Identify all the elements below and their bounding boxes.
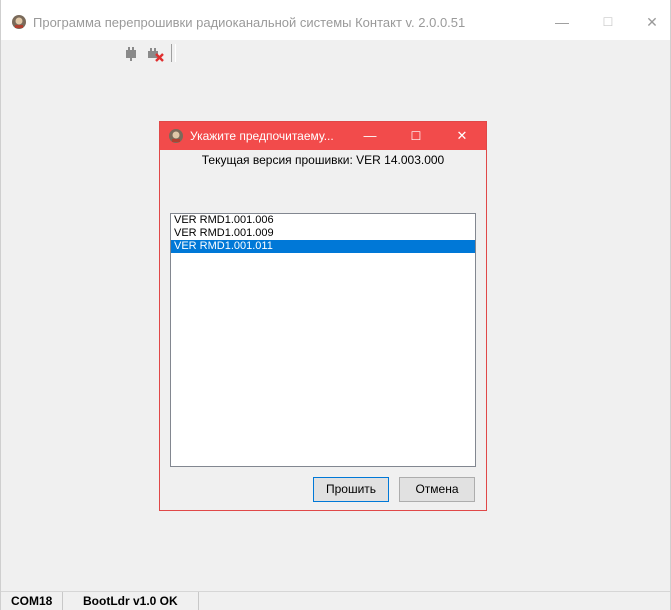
dialog-minimize-button[interactable]: — — [358, 124, 382, 148]
cancel-button[interactable]: Отмена — [399, 477, 475, 502]
dialog-close-button[interactable]: ✕ — [450, 124, 474, 148]
status-port: COM18 — [1, 592, 63, 610]
dialog-app-icon — [169, 129, 183, 143]
firmware-list[interactable]: VER RMD1.001.006 VER RMD1.001.009 VER RM… — [170, 213, 476, 467]
disconnect-icon[interactable] — [145, 43, 165, 63]
dialog-maximize-button[interactable]: ☐ — [404, 124, 428, 148]
current-firmware-version: Текущая версия прошивки: VER 14.003.000 — [201, 153, 445, 167]
dialog-title: Укажите предпочитаему... — [190, 129, 334, 143]
main-titlebar[interactable]: Программа перепрошивки радиоканальной си… — [1, 0, 670, 40]
close-button[interactable]: ✕ — [639, 10, 665, 34]
toolbar-separator — [171, 44, 176, 62]
firmware-dialog: Укажите предпочитаему... — ☐ ✕ Текущая в… — [159, 121, 487, 511]
list-item[interactable]: VER RMD1.001.009 — [171, 227, 475, 240]
window-title: Программа перепрошивки радиоканальной си… — [33, 15, 466, 30]
app-icon — [12, 15, 26, 29]
flash-button[interactable]: Прошить — [313, 477, 389, 502]
dialog-titlebar[interactable]: Укажите предпочитаему... — ☐ ✕ — [160, 122, 486, 150]
list-item[interactable]: VER RMD1.001.011 — [171, 240, 475, 253]
statusbar: COM18 BootLdr v1.0 OK — [1, 591, 670, 610]
maximize-button[interactable]: ☐ — [595, 10, 621, 34]
minimize-button[interactable]: — — [549, 10, 575, 34]
toolbar — [117, 40, 177, 66]
list-item[interactable]: VER RMD1.001.006 — [171, 214, 475, 227]
status-bootloader: BootLdr v1.0 OK — [63, 592, 199, 610]
connect-icon[interactable] — [121, 43, 141, 63]
